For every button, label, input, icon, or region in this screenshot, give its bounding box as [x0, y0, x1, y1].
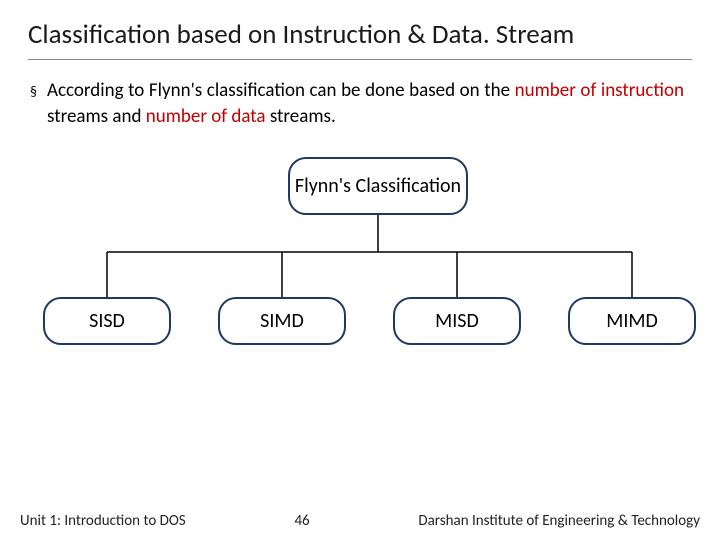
- node-simd: SIMD: [218, 297, 346, 345]
- bullet-item: § According to Flynn's classification ca…: [28, 78, 692, 129]
- node-mimd: MIMD: [568, 297, 696, 345]
- slide-footer: Unit 1: Introduction to DOS 46 Darshan I…: [0, 512, 720, 530]
- bullet-post: streams.: [266, 105, 336, 128]
- bullet-red1: number of instruction: [515, 79, 684, 102]
- bullet-pre: According to Flynn's classification can …: [47, 79, 515, 102]
- node-sisd: SISD: [43, 297, 171, 345]
- footer-right: Darshan Institute of Engineering & Techn…: [418, 512, 700, 530]
- flynn-diagram: Flynn's Classification SISD SIMD MISD MI…: [28, 157, 692, 377]
- node-misd: MISD: [393, 297, 521, 345]
- bullet-red2: number of data: [146, 105, 266, 128]
- footer-left: Unit 1: Introduction to DOS: [20, 512, 186, 530]
- bullet-marker: §: [30, 83, 37, 102]
- footer-page-number: 46: [294, 512, 309, 530]
- bullet-mid: streams and: [47, 105, 146, 128]
- bullet-text: According to Flynn's classification can …: [47, 78, 684, 129]
- slide-title: Classification based on Instruction & Da…: [28, 18, 692, 60]
- node-root: Flynn's Classification: [288, 157, 468, 215]
